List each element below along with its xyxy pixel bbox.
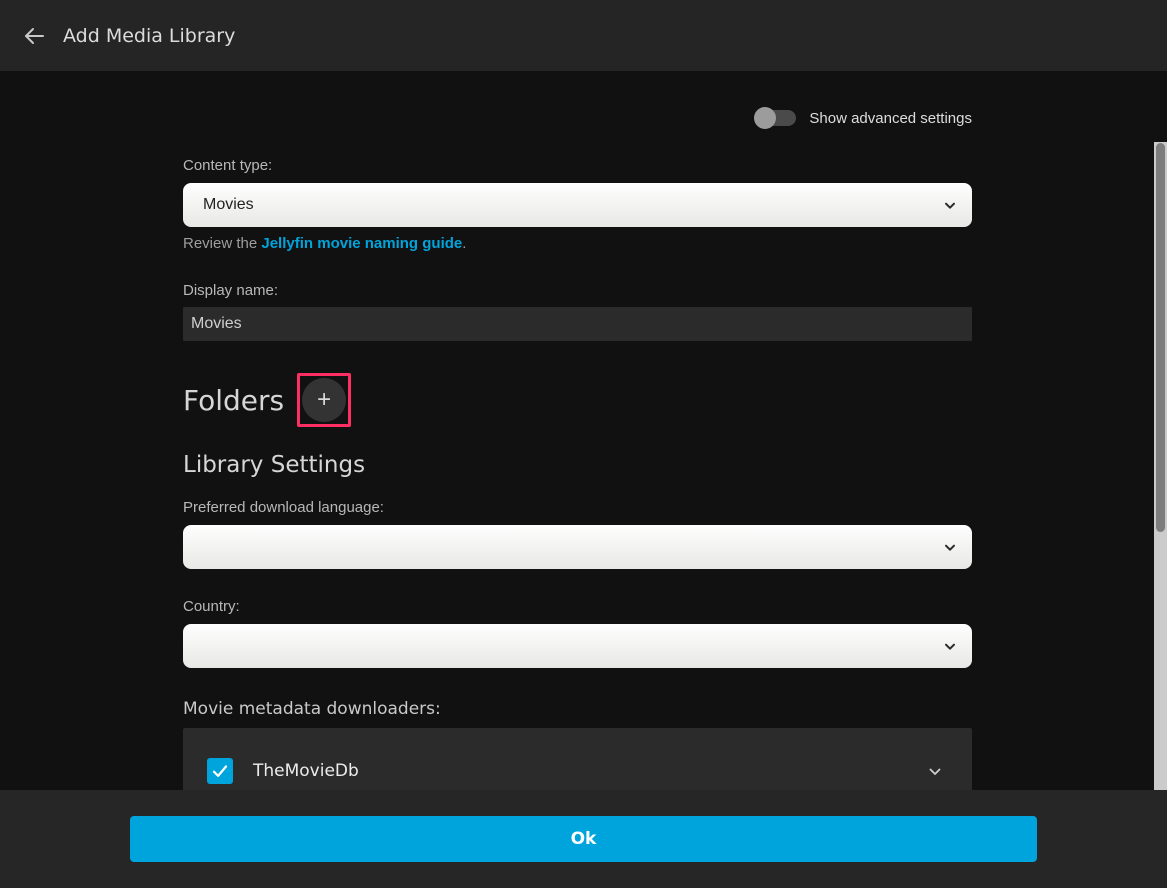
themoviedb-checkbox[interactable] [207, 758, 233, 784]
country-select[interactable] [183, 624, 972, 668]
chevron-down-icon [942, 539, 958, 555]
show-advanced-settings-label: Show advanced settings [809, 110, 972, 127]
naming-guide-link[interactable]: Jellyfin movie naming guide [261, 235, 462, 252]
helper-suffix: . [462, 235, 466, 252]
vertical-scrollbar[interactable] [1154, 142, 1167, 861]
content-type-label: Content type: [183, 157, 972, 174]
plus-icon: + [317, 388, 331, 412]
content-type-select[interactable]: Movies [183, 183, 972, 227]
helper-prefix: Review the [183, 235, 261, 252]
display-name-input[interactable] [183, 307, 972, 341]
library-settings-heading: Library Settings [183, 452, 972, 478]
metadata-downloaders-label: Movie metadata downloaders: [183, 699, 972, 719]
settings-form: Show advanced settings Content type: Mov… [0, 71, 1167, 790]
preferred-language-select[interactable] [183, 525, 972, 569]
app-header: Add Media Library [0, 0, 1167, 71]
country-label: Country: [183, 598, 972, 615]
folders-section-header: Folders + [183, 373, 972, 427]
display-name-label: Display name: [183, 282, 972, 299]
ok-button[interactable]: Ok [130, 816, 1037, 862]
naming-guide-helper: Review the Jellyfin movie naming guide. [183, 235, 972, 252]
show-advanced-settings-toggle[interactable] [754, 106, 796, 130]
chevron-down-icon [942, 197, 958, 213]
chevron-down-icon [942, 638, 958, 654]
content-type-value: Movies [203, 196, 254, 214]
preferred-language-label: Preferred download language: [183, 499, 972, 516]
metadata-downloader-card: TheMovieDb [183, 728, 972, 794]
advanced-settings-row: Show advanced settings [183, 106, 972, 130]
folders-heading: Folders [183, 384, 284, 417]
page-title: Add Media Library [63, 25, 235, 47]
footer-bar: Ok [0, 790, 1167, 888]
back-arrow-icon[interactable] [21, 23, 47, 49]
scrollbar-thumb[interactable] [1156, 143, 1165, 532]
check-icon [211, 762, 229, 780]
downloader-name: TheMovieDb [253, 761, 926, 781]
add-folder-button[interactable]: + [302, 378, 346, 422]
chevron-down-icon[interactable] [926, 762, 944, 780]
focus-ring: + [297, 373, 351, 427]
downloader-row-themoviedb: TheMovieDb [207, 758, 944, 784]
